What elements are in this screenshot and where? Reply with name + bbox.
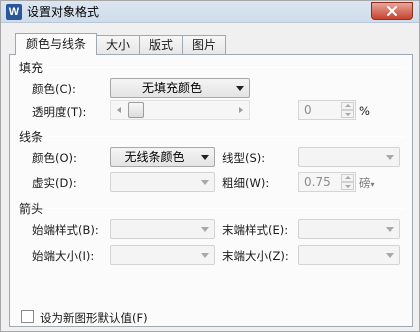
end-style-dropdown[interactable] — [298, 219, 400, 239]
transparency-slider[interactable] — [110, 100, 250, 120]
weight-label: 粗细(W): — [222, 176, 270, 190]
tab-colors-lines[interactable]: 颜色与线条 — [15, 33, 98, 55]
chevron-down-icon — [201, 155, 209, 160]
dialog-title: 设置对象格式 — [27, 5, 100, 19]
end-size-dropdown[interactable] — [298, 245, 400, 265]
line-color-value: 无线条颜色 — [124, 150, 185, 164]
chevron-down-icon — [201, 180, 209, 185]
tab-strip: 颜色与线条 大小 版式 图片 — [15, 33, 227, 55]
format-object-dialog: W 设置对象格式 颜色与线条 大小 版式 图片 填充 颜色(C): 无填充颜色 … — [0, 0, 420, 332]
fill-color-value: 无填充颜色 — [141, 81, 202, 95]
percent-unit: % — [359, 104, 370, 118]
line-section-divider — [46, 136, 404, 137]
tab-layout[interactable]: 版式 — [139, 35, 184, 55]
chevron-down-icon — [386, 253, 394, 258]
begin-style-label: 始端样式(B): — [32, 223, 99, 237]
end-style-label: 末端样式(E): — [222, 223, 289, 237]
slider-right-arrow-icon[interactable] — [239, 107, 243, 113]
fill-color-label: 颜色(C): — [32, 82, 76, 96]
chevron-down-icon — [201, 253, 209, 258]
fill-section-divider — [46, 67, 404, 68]
arrows-section-divider — [46, 208, 404, 209]
fill-color-dropdown[interactable]: 无填充颜色 — [110, 78, 250, 98]
close-icon — [387, 6, 397, 16]
slider-left-arrow-icon[interactable] — [117, 107, 121, 113]
set-default-label[interactable]: 设为新图形默认值(F) — [40, 310, 148, 326]
begin-size-dropdown[interactable] — [110, 245, 215, 265]
transparency-label: 透明度(T): — [32, 105, 87, 119]
unit-dropdown-icon: ▾ — [370, 180, 375, 189]
spin-down-icon[interactable] — [341, 182, 354, 190]
line-color-dropdown[interactable]: 无线条颜色 — [110, 147, 215, 167]
spin-up-icon[interactable] — [341, 174, 354, 182]
transparency-slider-thumb[interactable] — [128, 102, 144, 118]
end-size-label: 末端大小(Z): — [222, 249, 289, 263]
tab-size[interactable]: 大小 — [96, 35, 141, 55]
weight-value: 0.75 — [304, 175, 331, 189]
arrows-section-title: 箭头 — [19, 202, 44, 216]
spin-up-icon[interactable] — [341, 102, 354, 110]
chevron-down-icon — [386, 227, 394, 232]
tab-picture[interactable]: 图片 — [182, 35, 227, 55]
transparency-spinbox[interactable]: 0 — [298, 100, 356, 120]
chevron-down-icon — [201, 227, 209, 232]
close-button[interactable] — [371, 2, 413, 20]
line-section-title: 线条 — [19, 130, 44, 144]
weight-spinbox[interactable]: 0.75 — [298, 172, 356, 192]
title-bar[interactable]: W 设置对象格式 — [1, 1, 419, 23]
line-style-label: 线型(S): — [222, 151, 266, 165]
set-default-checkbox[interactable] — [21, 310, 34, 323]
begin-size-label: 始端大小(I): — [32, 249, 95, 263]
chevron-down-icon — [236, 86, 244, 91]
transparency-value: 0 — [304, 103, 312, 117]
line-color-label: 颜色(O): — [32, 151, 77, 165]
fill-section-title: 填充 — [19, 61, 44, 75]
colors-lines-panel: 填充 颜色(C): 无填充颜色 透明度(T): 0 % 线条 颜色(O): 无线… — [9, 54, 413, 327]
wps-writer-icon: W — [6, 4, 22, 20]
spin-down-icon[interactable] — [341, 110, 354, 118]
dash-label: 虚实(D): — [32, 176, 77, 190]
begin-style-dropdown[interactable] — [110, 219, 215, 239]
line-style-dropdown[interactable] — [298, 147, 400, 167]
weight-unit[interactable]: 磅▾ — [359, 175, 375, 191]
dash-dropdown[interactable] — [110, 172, 215, 192]
chevron-down-icon — [386, 155, 394, 160]
weight-unit-label: 磅 — [359, 176, 371, 190]
